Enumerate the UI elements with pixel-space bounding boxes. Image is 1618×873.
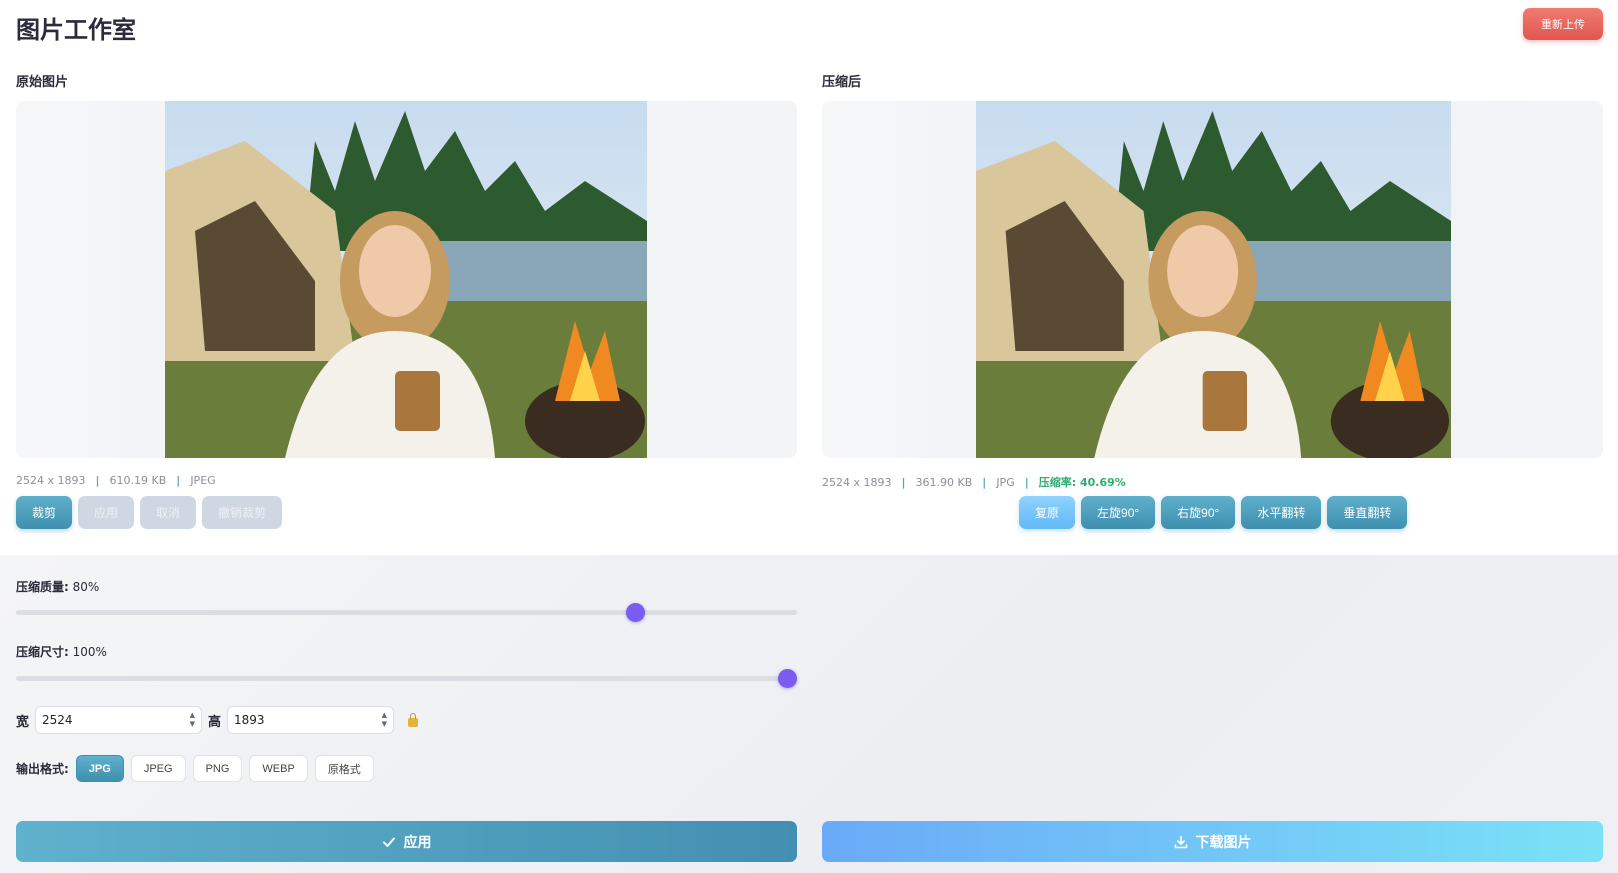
width-input[interactable]: 2524 ▲ ▼ — [35, 706, 203, 734]
separator: | — [901, 475, 906, 489]
apply-button[interactable]: 应用 — [16, 821, 797, 862]
format-row: 输出格式: JPG JPEG PNG WEBP 原格式 — [16, 755, 374, 782]
format-label: 输出格式: — [16, 762, 69, 776]
rotate-right-button[interactable]: 右旋90° — [1161, 496, 1236, 529]
original-toolbar: 裁剪 应用 取消 撤销裁剪 — [16, 496, 283, 529]
format-jpg-button[interactable]: JPG — [75, 755, 124, 782]
rotate-left-button[interactable]: 左旋90° — [1081, 496, 1156, 529]
compressed-info: 2524 x 1893 | 361.90 KB | JPG | 压缩率: 40.… — [822, 474, 1126, 490]
height-label: 高 — [208, 714, 222, 730]
restore-button[interactable]: 复原 — [1019, 496, 1076, 529]
separator: | — [982, 475, 987, 489]
quality-label: 压缩质量: 80% — [16, 578, 99, 595]
format-jpeg-button[interactable]: JPEG — [130, 755, 186, 782]
separator: | — [95, 474, 100, 487]
download-icon — [1174, 835, 1188, 849]
download-button[interactable]: 下载图片 — [822, 821, 1603, 862]
format-original-button[interactable]: 原格式 — [314, 755, 374, 782]
original-image-frame — [16, 101, 797, 458]
compressed-toolbar: 复原 左旋90° 右旋90° 水平翻转 垂直翻转 — [1019, 496, 1408, 529]
cancel-crop-button[interactable]: 取消 — [140, 496, 197, 529]
original-photo — [165, 101, 647, 458]
separator: | — [1024, 475, 1029, 489]
compressed-size: 361.90 KB — [915, 475, 973, 489]
original-panel-label: 原始图片 — [16, 75, 69, 90]
flip-horizontal-button[interactable]: 水平翻转 — [1241, 496, 1322, 529]
compressed-format: JPG — [996, 475, 1015, 489]
height-value: 1893 — [234, 713, 265, 727]
size-label-text: 压缩尺寸: — [16, 645, 69, 659]
format-png-button[interactable]: PNG — [192, 755, 243, 782]
height-stepper[interactable]: ▲ ▼ — [382, 711, 387, 729]
reupload-button[interactable]: 重新上传 — [1523, 8, 1603, 40]
app-title: 图片工作室 — [16, 16, 136, 44]
apply-crop-button[interactable]: 应用 — [78, 496, 135, 529]
original-size: 610.19 KB — [109, 474, 167, 487]
apply-button-label: 应用 — [403, 834, 432, 851]
quality-slider-track[interactable] — [16, 603, 797, 622]
width-label: 宽 — [16, 714, 30, 730]
quality-label-text: 压缩质量: — [16, 580, 69, 594]
height-input[interactable]: 1893 ▲ ▼ — [227, 706, 395, 734]
format-webp-button[interactable]: WEBP — [249, 755, 308, 782]
compressed-panel-label: 压缩后 — [822, 75, 862, 90]
compression-ratio: 压缩率: 40.69% — [1038, 476, 1126, 489]
undo-crop-button[interactable]: 撤销裁剪 — [202, 496, 283, 529]
width-stepper[interactable]: ▲ ▼ — [190, 711, 195, 729]
separator: | — [176, 474, 181, 487]
crop-button[interactable]: 裁剪 — [16, 496, 73, 529]
dimension-row: 宽 2524 ▲ ▼ 高 1893 ▲ ▼ — [16, 706, 419, 734]
size-slider-track[interactable] — [16, 669, 797, 688]
original-info: 2524 x 1893 | 610.19 KB | JPEG — [16, 474, 216, 487]
size-slider-thumb[interactable] — [778, 669, 797, 688]
original-format: JPEG — [190, 474, 216, 487]
lock-icon[interactable] — [408, 712, 419, 727]
quality-value: 80% — [72, 580, 100, 594]
flip-vertical-button[interactable]: 垂直翻转 — [1327, 496, 1408, 529]
width-value: 2524 — [42, 713, 73, 727]
quality-slider-thumb[interactable] — [625, 603, 645, 622]
check-icon — [382, 835, 396, 849]
download-button-label: 下载图片 — [1195, 834, 1252, 851]
compressed-dimensions: 2524 x 1893 — [822, 475, 892, 489]
original-dimensions: 2524 x 1893 — [16, 474, 86, 487]
size-value: 100% — [72, 645, 107, 659]
size-label: 压缩尺寸: 100% — [16, 643, 107, 660]
compressed-image-frame — [822, 101, 1603, 458]
compressed-photo — [976, 101, 1451, 458]
